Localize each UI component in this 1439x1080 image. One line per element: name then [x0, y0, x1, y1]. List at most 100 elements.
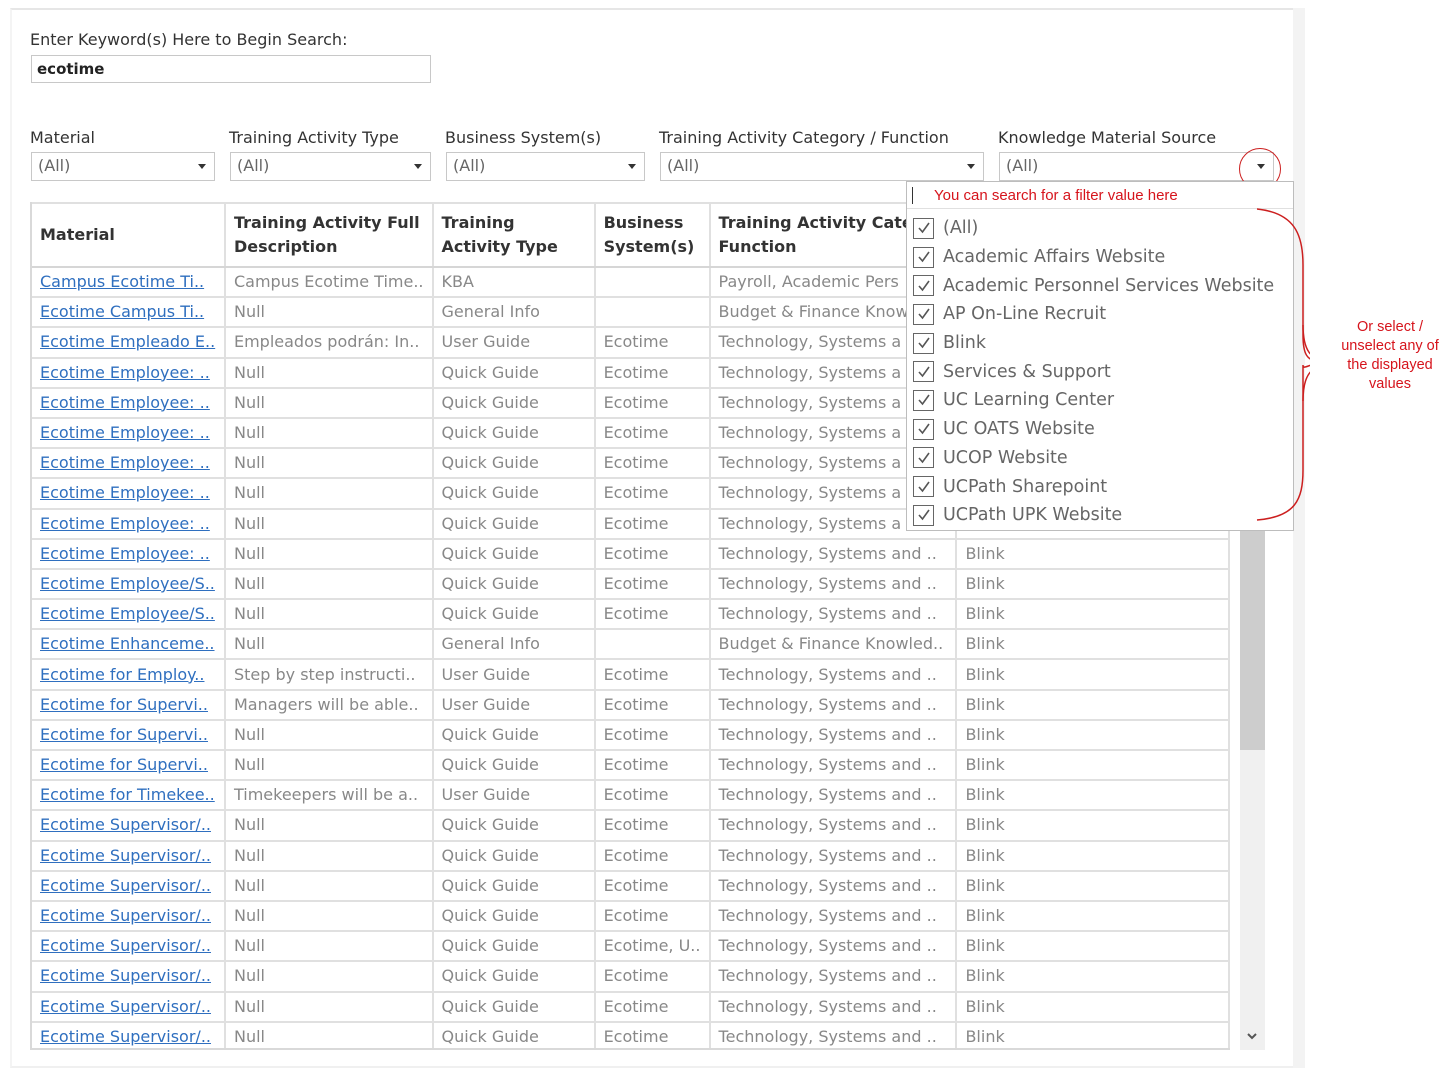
- cell-business-system: [594, 629, 711, 661]
- cell-material[interactable]: Ecotime Empleado E..: [32, 327, 226, 359]
- checkbox[interactable]: [913, 303, 934, 325]
- checkbox[interactable]: [913, 361, 934, 383]
- dropdown-option[interactable]: Academic Affairs Website: [907, 243, 1293, 272]
- checkmark-icon: [917, 423, 930, 435]
- cell-material[interactable]: Ecotime Employee: ..: [32, 387, 226, 419]
- filter-material-source-select[interactable]: (All): [999, 152, 1274, 181]
- cell-business-system: Ecotime: [594, 900, 711, 933]
- cell-activity-type: Quick Guide: [432, 931, 596, 963]
- cell-activity-type: Quick Guide: [432, 719, 596, 752]
- dropdown-option[interactable]: UCPath UPK Website: [907, 501, 1293, 530]
- search-hint-annotation: You can search for a filter value here: [934, 187, 1178, 204]
- cell-material[interactable]: Ecotime for Supervi..: [32, 719, 226, 752]
- cell-activity-type: Quick Guide: [432, 568, 596, 601]
- cell-business-system: Ecotime: [594, 508, 711, 540]
- cell-material[interactable]: Ecotime Supervisor/..: [32, 810, 226, 842]
- cell-activity-type: User Guide: [432, 780, 596, 812]
- cell-business-system: Ecotime: [594, 417, 711, 450]
- dropdown-option[interactable]: UC Learning Center: [907, 386, 1293, 415]
- cell-full-description: Null: [224, 478, 434, 510]
- cell-material[interactable]: Ecotime Employee: ..: [32, 508, 226, 540]
- checkbox[interactable]: [913, 418, 934, 440]
- table-row: Ecotime Supervisor/.. Null Quick Guide Ecot…: [32, 931, 1230, 963]
- cell-category-function: Technology, Systems and ..: [709, 599, 958, 631]
- dropdown-option[interactable]: Blink: [907, 329, 1293, 358]
- filter-label-activity-type: Training Activity Type: [229, 128, 399, 147]
- cell-material[interactable]: Ecotime for Supervi..: [32, 750, 226, 782]
- filter-material-select[interactable]: (All): [31, 152, 215, 181]
- dropdown-option[interactable]: UCOP Website: [907, 444, 1293, 473]
- filter-activity-type-select[interactable]: (All): [230, 152, 431, 181]
- cell-business-system: Ecotime: [594, 357, 711, 389]
- cell-material[interactable]: Ecotime Employee: ..: [32, 357, 226, 389]
- keyword-search-input[interactable]: [31, 55, 431, 83]
- option-label: UC Learning Center: [943, 390, 1115, 411]
- cell-material[interactable]: Ecotime Employee/S..: [32, 599, 226, 631]
- cell-material[interactable]: Ecotime Supervisor/..: [32, 991, 226, 1023]
- checkmark-icon: [917, 452, 930, 464]
- checkbox[interactable]: [913, 332, 934, 354]
- cell-material[interactable]: Ecotime Supervisor/..: [32, 931, 226, 963]
- checkbox[interactable]: [913, 217, 934, 239]
- cell-material[interactable]: Ecotime Employee: ..: [32, 417, 226, 450]
- dropdown-option[interactable]: UCPath Sharepoint: [907, 472, 1293, 501]
- cell-material[interactable]: Campus Ecotime Ti..: [32, 267, 226, 299]
- dropdown-option[interactable]: Services & Support: [907, 357, 1293, 386]
- cell-material[interactable]: Ecotime Supervisor/..: [32, 840, 226, 872]
- cell-material[interactable]: Ecotime Campus Ti..: [32, 297, 226, 329]
- checkmark-icon: [917, 481, 930, 492]
- table-row: Ecotime Employee: .. Null Quick Guide Ecoti…: [32, 538, 1230, 570]
- option-label: Academic Affairs Website: [943, 247, 1166, 268]
- cell-material[interactable]: Ecotime Supervisor/..: [32, 870, 226, 902]
- dropdown-option[interactable]: UC OATS Website: [907, 415, 1293, 444]
- cell-material[interactable]: Ecotime Enhanceme..: [32, 629, 226, 661]
- cell-material[interactable]: Ecotime Supervisor/..: [32, 1021, 226, 1048]
- cell-activity-type: Quick Guide: [432, 538, 596, 570]
- filter-category-function-value: (All): [667, 156, 700, 175]
- cell-material-source: Blink: [956, 840, 1230, 872]
- cell-material[interactable]: Ecotime Employee: ..: [32, 538, 226, 570]
- col-header-activity-type[interactable]: Training Activity Type: [432, 202, 596, 268]
- cell-activity-type: General Info: [432, 297, 596, 329]
- checkbox[interactable]: [913, 275, 934, 297]
- cell-category-function: Technology, Systems and ..: [709, 810, 958, 842]
- cell-business-system: Ecotime, U..: [594, 931, 711, 963]
- cell-material[interactable]: Ecotime Supervisor/..: [32, 900, 226, 933]
- cell-material[interactable]: Ecotime Employee: ..: [32, 448, 226, 480]
- table-row: Ecotime Supervisor/.. Null Quick Guide Ecot…: [32, 1021, 1230, 1048]
- checkbox[interactable]: [913, 389, 934, 411]
- chevron-down-icon: [414, 164, 422, 169]
- cell-material[interactable]: Ecotime Employee/S..: [32, 568, 226, 601]
- scroll-down-icon[interactable]: [1246, 1030, 1258, 1042]
- dropdown-option[interactable]: Academic Personnel Services Website: [907, 271, 1293, 300]
- checkbox[interactable]: [913, 447, 934, 469]
- col-header-business-system[interactable]: Business System(s): [594, 202, 711, 268]
- cell-material[interactable]: Ecotime for Supervi..: [32, 689, 226, 721]
- col-header-full-description[interactable]: Training Activity Full Description: [224, 202, 434, 268]
- checkbox[interactable]: [913, 246, 934, 268]
- filter-category-function-select[interactable]: (All): [660, 152, 984, 181]
- cell-full-description: Null: [224, 1021, 434, 1048]
- cell-business-system: [594, 297, 711, 329]
- cell-material-source: Blink: [956, 870, 1230, 902]
- cell-business-system: Ecotime: [594, 327, 711, 359]
- dropdown-option[interactable]: (All): [907, 214, 1293, 243]
- filter-label-material: Material: [30, 128, 95, 147]
- checkbox[interactable]: [913, 504, 934, 526]
- cell-material[interactable]: Ecotime for Employ..: [32, 659, 226, 691]
- cell-material[interactable]: Ecotime Supervisor/..: [32, 961, 226, 993]
- cell-activity-type: Quick Guide: [432, 508, 596, 540]
- filter-business-system-select[interactable]: (All): [446, 152, 645, 181]
- cell-activity-type: Quick Guide: [432, 448, 596, 480]
- cell-business-system: Ecotime: [594, 719, 711, 752]
- cell-material[interactable]: Ecotime Employee: ..: [32, 478, 226, 510]
- dropdown-option[interactable]: AP On-Line Recruit: [907, 300, 1293, 329]
- cell-activity-type: Quick Guide: [432, 1021, 596, 1048]
- cell-full-description: Null: [224, 387, 434, 419]
- cell-material-source: Blink: [956, 900, 1230, 933]
- col-header-material[interactable]: Material: [32, 202, 226, 268]
- dropdown-search-input[interactable]: You can search for a filter value here: [907, 182, 1293, 209]
- checkbox[interactable]: [913, 476, 934, 498]
- cell-material[interactable]: Ecotime for Timekee..: [32, 780, 226, 812]
- option-label: UCPath UPK Website: [943, 505, 1123, 526]
